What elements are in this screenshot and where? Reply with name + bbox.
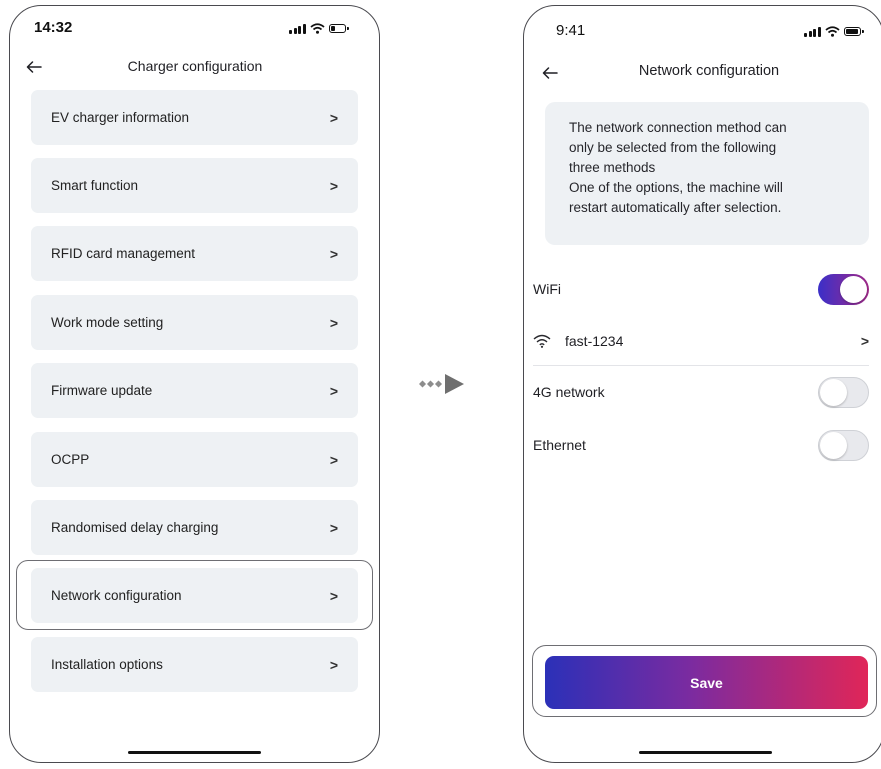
menu-item-network-configuration[interactable]: Network configuration > xyxy=(31,568,358,623)
battery-icon xyxy=(328,24,349,33)
network-configuration-screen: 9:41 Network configuration The network c… xyxy=(523,5,881,763)
chevron-right-icon: > xyxy=(329,245,338,262)
menu-item-smart-function[interactable]: Smart function > xyxy=(31,158,358,213)
battery-icon xyxy=(843,27,864,36)
wifi-network-name: fast-1234 xyxy=(565,333,624,349)
save-button[interactable]: Save xyxy=(545,656,868,709)
status-icons xyxy=(804,26,864,37)
ethernet-row: Ethernet xyxy=(533,429,869,461)
menu-item-label: Installation options xyxy=(51,657,163,672)
menu-item-label: OCPP xyxy=(51,452,90,467)
page-title: Network configuration xyxy=(638,63,780,79)
menu-item-label: RFID card management xyxy=(51,246,196,261)
menu-item-label: Work mode setting xyxy=(51,315,164,330)
menu-item-ev-charger-information[interactable]: EV charger information > xyxy=(31,90,358,145)
4g-network-row: 4G network xyxy=(533,376,869,408)
home-indicator xyxy=(639,750,772,754)
4g-network-label: 4G network xyxy=(533,384,605,400)
wifi-status-icon xyxy=(824,26,840,37)
4g-network-toggle[interactable] xyxy=(818,376,869,408)
back-arrow-icon[interactable] xyxy=(542,64,558,82)
info-line: three methods xyxy=(569,160,656,175)
chevron-right-icon: > xyxy=(329,109,338,126)
toggle-knob xyxy=(840,275,867,303)
info-box: The network connection method can only b… xyxy=(545,102,869,245)
chevron-right-icon: > xyxy=(329,519,338,536)
info-line: The network connection method can xyxy=(569,120,787,135)
chevron-right-icon: > xyxy=(329,314,338,331)
ethernet-toggle[interactable] xyxy=(818,429,869,461)
chevron-right-icon: > xyxy=(329,451,338,468)
divider xyxy=(533,365,869,366)
wifi-icon xyxy=(533,334,551,348)
menu-item-label: EV charger information xyxy=(51,110,190,125)
menu-item-randomised-delay-charging[interactable]: Randomised delay charging > xyxy=(31,500,358,555)
menu-item-installation-options[interactable]: Installation options > xyxy=(31,637,358,692)
toggle-knob xyxy=(820,378,847,406)
wifi-status-icon xyxy=(309,23,325,34)
wifi-row: WiFi xyxy=(533,273,869,305)
wifi-network-row[interactable]: fast-1234 > xyxy=(533,326,869,356)
chevron-right-icon: > xyxy=(329,587,338,604)
info-line: only be selected from the following xyxy=(569,140,777,155)
menu-item-label: Firmware update xyxy=(51,383,153,398)
chevron-right-icon: > xyxy=(329,177,338,194)
status-time: 9:41 xyxy=(556,22,586,39)
chevron-right-icon: > xyxy=(860,333,869,349)
charger-configuration-screen: 14:32 Charger configuration EV charger i… xyxy=(9,5,380,763)
menu-item-firmware-update[interactable]: Firmware update > xyxy=(31,363,358,418)
menu-item-rfid-card-management[interactable]: RFID card management > xyxy=(31,226,358,281)
status-time: 14:32 xyxy=(34,19,73,36)
wifi-network-group: fast-1234 xyxy=(533,333,623,349)
info-line: restart automatically after selection. xyxy=(569,200,782,215)
arrow-connector-icon xyxy=(419,373,469,395)
menu-item-label: Randomised delay charging xyxy=(51,520,219,535)
menu-item-ocpp[interactable]: OCPP > xyxy=(31,432,358,487)
chevron-right-icon: > xyxy=(329,382,338,399)
menu-item-work-mode-setting[interactable]: Work mode setting > xyxy=(31,295,358,350)
menu-item-label: Network configuration xyxy=(51,588,182,603)
menu-item-label: Smart function xyxy=(51,178,139,193)
status-icons xyxy=(289,23,349,34)
page-title: Charger configuration xyxy=(127,58,263,74)
ethernet-label: Ethernet xyxy=(533,437,586,453)
home-indicator xyxy=(128,750,261,754)
wifi-label: WiFi xyxy=(533,281,561,297)
back-arrow-icon[interactable] xyxy=(26,58,42,76)
chevron-right-icon: > xyxy=(329,656,338,673)
wifi-toggle[interactable] xyxy=(818,273,869,305)
info-line: One of the options, the machine will xyxy=(569,180,783,195)
signal-icon xyxy=(804,26,821,37)
toggle-knob xyxy=(820,431,847,459)
signal-icon xyxy=(289,23,306,34)
